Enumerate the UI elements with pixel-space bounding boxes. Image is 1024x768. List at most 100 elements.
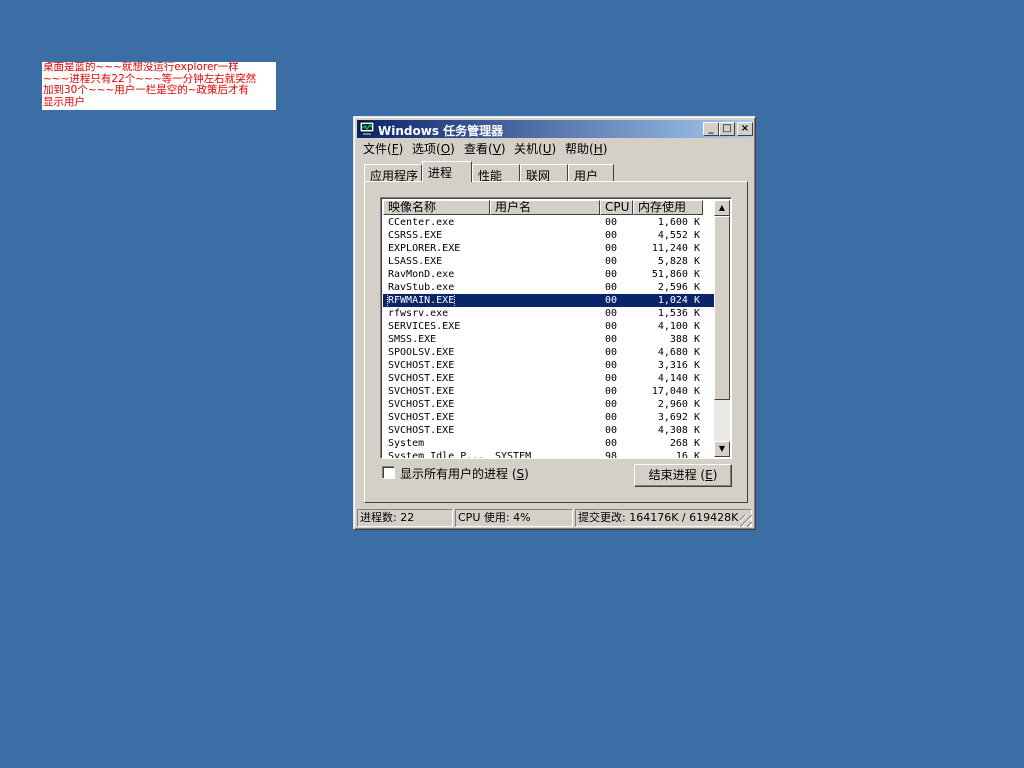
- process-cpu: 00: [605, 425, 618, 436]
- process-cpu: 00: [605, 360, 618, 371]
- process-cpu: 00: [605, 373, 618, 384]
- process-cpu: 00: [605, 308, 618, 319]
- process-cpu: 00: [605, 243, 618, 254]
- show-all-users-label[interactable]: 显示所有用户的进程 (S): [400, 465, 529, 482]
- tab-users[interactable]: 用户: [568, 164, 614, 183]
- process-memory: 2,960 K: [657, 399, 700, 410]
- process-memory: 3,316 K: [657, 360, 700, 371]
- annotation-note: 桌面是蓝的~~~就想没运行explorer一样 ~~~进程只有22个~~~等一分…: [42, 62, 276, 110]
- table-row[interactable]: SVCHOST.EXE 00 3,316 K: [383, 359, 714, 372]
- column-memory[interactable]: 内存使用: [633, 200, 703, 215]
- table-row[interactable]: SVCHOST.EXE 00 4,140 K: [383, 372, 714, 385]
- scroll-thumb[interactable]: [714, 216, 730, 400]
- table-row[interactable]: SVCHOST.EXE 00 2,960 K: [383, 398, 714, 411]
- table-row[interactable]: CSRSS.EXE 00 4,552 K: [383, 229, 714, 242]
- process-cpu: 00: [605, 412, 618, 423]
- table-row[interactable]: SPOOLSV.EXE 00 4,680 K: [383, 346, 714, 359]
- process-name: rfwsrv.exe: [388, 308, 449, 319]
- title-bar[interactable]: Windows 任务管理器 _ □ ×: [357, 120, 753, 138]
- process-name: SVCHOST.EXE: [388, 373, 455, 384]
- column-cpu[interactable]: CPU: [600, 200, 633, 215]
- table-row[interactable]: SVCHOST.EXE 00 4,308 K: [383, 424, 714, 437]
- process-name: SVCHOST.EXE: [388, 412, 455, 423]
- table-row[interactable]: SVCHOST.EXE 00 3,692 K: [383, 411, 714, 424]
- note-line: 显示用户: [43, 95, 85, 108]
- scroll-up-arrow-icon[interactable]: ▲: [714, 200, 730, 216]
- close-button[interactable]: ×: [737, 122, 753, 136]
- process-name: CSRSS.EXE: [388, 230, 443, 241]
- tab-processes[interactable]: 进程: [422, 161, 472, 182]
- menu-shutdown[interactable]: 关机(U): [514, 140, 556, 157]
- note-line: 桌面是蓝的~~~就想没运行explorer一样: [43, 62, 239, 73]
- process-user: SYSTEM: [495, 451, 532, 459]
- process-memory: 4,100 K: [657, 321, 700, 332]
- menu-file[interactable]: 文件(F): [363, 140, 403, 157]
- process-memory: 51,860 K: [651, 269, 700, 280]
- process-memory: 268 K: [669, 438, 700, 449]
- process-name: SERVICES.EXE: [388, 321, 461, 332]
- show-all-users-checkbox[interactable]: [382, 466, 395, 479]
- table-row[interactable]: RavMonD.exe 00 51,860 K: [383, 268, 714, 281]
- table-row[interactable]: SMSS.EXE 00 388 K: [383, 333, 714, 346]
- table-row[interactable]: System Idle P... SYSTEM 98 16 K: [383, 450, 714, 459]
- process-memory: 4,680 K: [657, 347, 700, 358]
- process-cpu: 00: [605, 386, 618, 397]
- column-image-name[interactable]: 映像名称: [383, 200, 490, 215]
- task-manager-window: Windows 任务管理器 _ □ × 文件(F) 选项(O) 查看(V) 关机…: [353, 116, 756, 530]
- table-row[interactable]: EXPLORER.EXE 00 11,240 K: [383, 242, 714, 255]
- process-list[interactable]: 映像名称 用户名 CPU 内存使用 CCenter.exe 00 1,600 K CS…: [380, 197, 732, 459]
- process-cpu: 00: [605, 217, 618, 228]
- process-name: EXPLORER.EXE: [388, 243, 461, 254]
- window-title: Windows 任务管理器: [378, 124, 504, 138]
- table-row[interactable]: RavStub.exe 00 2,596 K: [383, 281, 714, 294]
- menu-options[interactable]: 选项(O): [412, 140, 455, 157]
- process-name: SVCHOST.EXE: [388, 399, 455, 410]
- process-name: SPOOLSV.EXE: [388, 347, 455, 358]
- table-row[interactable]: LSASS.EXE 00 5,828 K: [383, 255, 714, 268]
- table-row[interactable]: CCenter.exe 00 1,600 K: [383, 216, 714, 229]
- process-memory: 11,240 K: [651, 243, 700, 254]
- maximize-button[interactable]: □: [719, 122, 735, 136]
- tab-applications[interactable]: 应用程序: [364, 164, 422, 183]
- process-cpu: 00: [605, 321, 618, 332]
- tab-strip: 应用程序 进程 性能 联网 用户: [364, 161, 748, 183]
- tab-performance[interactable]: 性能: [472, 164, 520, 183]
- scroll-down-arrow-icon[interactable]: ▼: [714, 441, 730, 457]
- process-memory: 3,692 K: [657, 412, 700, 423]
- process-name: LSASS.EXE: [388, 256, 443, 267]
- table-row[interactable]: System 00 268 K: [383, 437, 714, 450]
- process-name: SVCHOST.EXE: [388, 360, 455, 371]
- status-bar: 进程数: 22 CPU 使用: 4% 提交更改: 164176K / 61942…: [357, 509, 752, 527]
- process-name: RavMonD.exe: [388, 269, 455, 280]
- end-process-button[interactable]: 结束进程 (E): [634, 464, 732, 487]
- process-name: System: [388, 438, 425, 449]
- process-cpu: 00: [605, 438, 618, 449]
- table-row[interactable]: SERVICES.EXE 00 4,100 K: [383, 320, 714, 333]
- column-user-name[interactable]: 用户名: [490, 200, 600, 215]
- process-cpu: 00: [605, 334, 618, 345]
- resize-grip-icon[interactable]: [740, 515, 752, 527]
- process-memory: 4,552 K: [657, 230, 700, 241]
- table-row[interactable]: rfwsrv.exe 00 1,536 K: [383, 307, 714, 320]
- process-name: SVCHOST.EXE: [388, 386, 455, 397]
- table-row[interactable]: SVCHOST.EXE 00 17,040 K: [383, 385, 714, 398]
- tab-networking[interactable]: 联网: [520, 164, 568, 183]
- status-process-count: 进程数: 22: [357, 509, 453, 527]
- process-cpu: 00: [605, 256, 618, 267]
- table-row[interactable]: RFWMAIN.EXE 00 1,024 K: [383, 293, 714, 308]
- process-cpu: 00: [605, 399, 618, 410]
- list-header: 映像名称 用户名 CPU 内存使用: [383, 200, 714, 215]
- process-cpu: 00: [605, 282, 618, 293]
- vertical-scrollbar[interactable]: ▲ ▼: [714, 200, 730, 457]
- menu-help[interactable]: 帮助(H): [565, 140, 607, 157]
- minimize-button[interactable]: _: [703, 122, 719, 136]
- process-memory: 1,536 K: [657, 308, 700, 319]
- process-name: SVCHOST.EXE: [388, 425, 455, 436]
- status-commit-charge: 提交更改: 164176K / 619428K: [575, 509, 752, 527]
- process-name: CCenter.exe: [388, 217, 455, 228]
- process-cpu: 00: [605, 295, 618, 306]
- menu-view[interactable]: 查看(V): [464, 140, 506, 157]
- process-memory: 388 K: [669, 334, 700, 345]
- process-memory: 1,024 K: [657, 295, 700, 306]
- process-cpu: 00: [605, 269, 618, 280]
